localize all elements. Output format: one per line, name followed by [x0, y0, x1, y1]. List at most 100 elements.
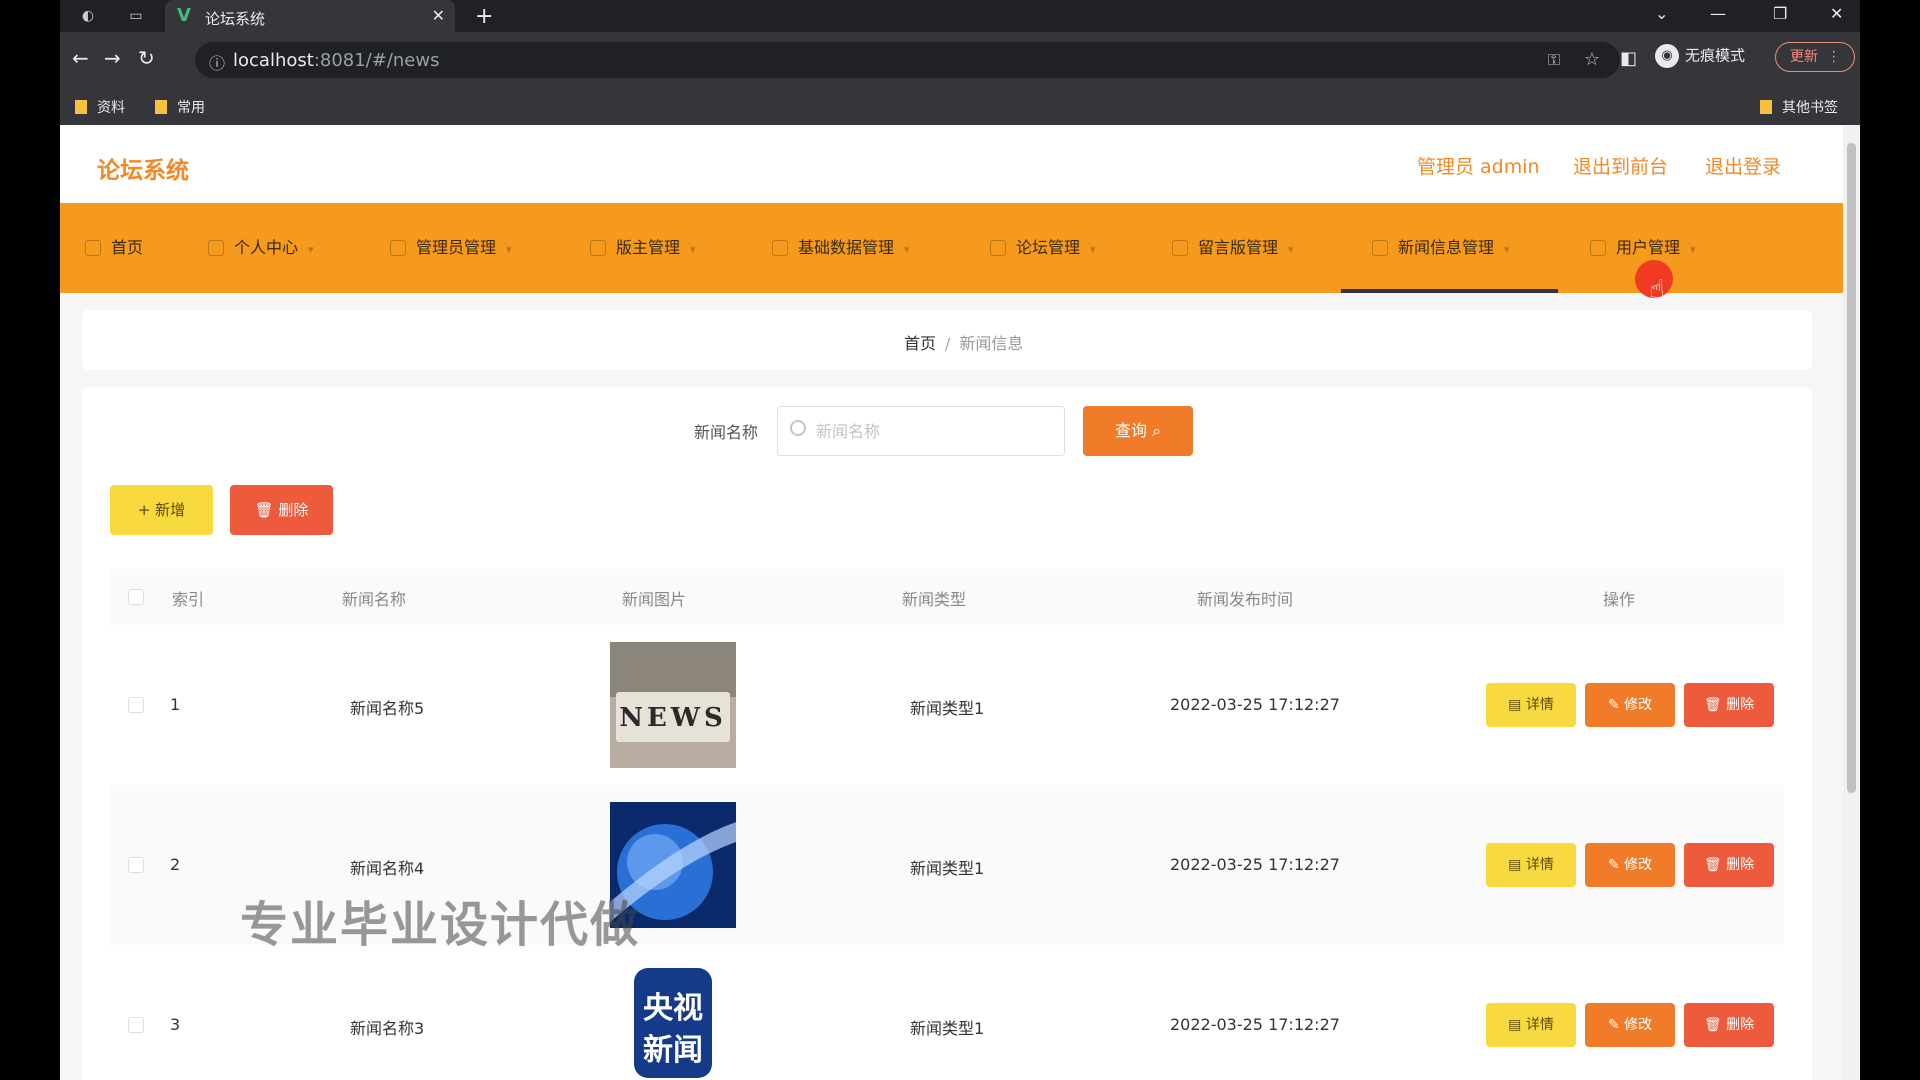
update-button[interactable]: 更新 ⋮: [1775, 42, 1855, 72]
minimize-icon[interactable]: —: [1710, 4, 1726, 23]
menu-item-admins[interactable]: 管理员管理 ▾: [390, 236, 512, 260]
top-menu: 首页 个人中心 ▾ 管理员管理 ▾ 版主管理 ▾ 基础数据管理 ▾ 论坛管理 ▾ 留言版管…: [60, 203, 1843, 293]
browser-menu-icon[interactable]: ◐: [78, 6, 98, 26]
row-checkbox[interactable]: [128, 857, 144, 873]
row-type: 新闻类型1: [910, 1019, 985, 1038]
close-window-icon[interactable]: ✕: [1830, 4, 1843, 23]
app-header: 论坛系统 管理员 admin 退出到前台 退出登录: [60, 125, 1843, 203]
chevron-down-icon: ▾: [1090, 243, 1096, 256]
incognito-indicator[interactable]: ◉ 无痕模式: [1655, 44, 1745, 68]
delete-button[interactable]: 🗑 删除: [1684, 683, 1774, 727]
table-row: 1 新闻名称5 NEWS 新闻类型1 2022-03-25 17:12:27 ▤…: [110, 625, 1784, 785]
app-viewport: 论坛系统 管理员 admin 退出到前台 退出登录 首页 个人中心 ▾ 管理员管理…: [60, 125, 1843, 1080]
scroll-thumb[interactable]: [1847, 143, 1856, 793]
delete-button[interactable]: 🗑 删除: [1684, 843, 1774, 887]
edit-button[interactable]: ✎ 修改: [1585, 1003, 1675, 1047]
search-icon: [790, 420, 806, 436]
page-scrollbar[interactable]: [1843, 125, 1860, 1080]
breadcrumb-separator: /: [945, 334, 951, 353]
chevron-down-icon: ▾: [1504, 243, 1510, 256]
menu-active-indicator: [1341, 289, 1558, 293]
browser-tabbar: ◐ ▭ V 论坛系统 ✕ + ⌄ — ❐ ✕: [60, 0, 1860, 32]
detail-button[interactable]: ▤ 详情: [1486, 843, 1576, 887]
delete-button[interactable]: 🗑 删除: [1684, 1003, 1774, 1047]
news-thumbnail-text: NEWS: [619, 703, 727, 733]
content-panel: 新闻名称 查询 ⌕ + 新增 🗑 删除 索引 新闻名称 新闻图片 新闻类型 新闻…: [82, 387, 1812, 1080]
forward-icon[interactable]: →: [104, 48, 121, 68]
cctv-news-thumbnail: 央视 新闻: [610, 962, 736, 1080]
logout-link[interactable]: 退出登录: [1705, 152, 1781, 179]
row-time: 2022-03-25 17:12:27: [1170, 695, 1340, 714]
front-link[interactable]: 退出到前台: [1573, 152, 1668, 179]
news-icon: [1372, 240, 1388, 256]
col-image: 新闻图片: [622, 590, 687, 609]
col-type: 新闻类型: [902, 590, 967, 609]
folder-icon: [155, 100, 167, 114]
bulk-delete-button[interactable]: 🗑 删除: [230, 485, 333, 535]
chevron-down-icon: ▾: [1288, 243, 1294, 256]
row-time: 2022-03-25 17:12:27: [1170, 1015, 1340, 1034]
message-icon: [1172, 240, 1188, 256]
users-icon: [1590, 240, 1606, 256]
row-checkbox[interactable]: [128, 697, 144, 713]
detail-button[interactable]: ▤ 详情: [1486, 683, 1576, 727]
new-tab-icon[interactable]: +: [475, 4, 493, 29]
search-input[interactable]: [777, 406, 1065, 456]
menu-item-news[interactable]: 新闻信息管理 ▾: [1372, 236, 1510, 260]
site-info-icon[interactable]: ⓘ: [209, 50, 225, 74]
menu-item-messages[interactable]: 留言版管理 ▾: [1172, 236, 1294, 260]
col-name: 新闻名称: [342, 590, 407, 609]
folder-icon: [75, 100, 87, 114]
side-panel-icon[interactable]: ◧: [1620, 48, 1637, 69]
breadcrumb-home[interactable]: 首页: [904, 334, 936, 353]
browser-tab[interactable]: V 论坛系统 ✕: [165, 0, 455, 32]
news-thumbnail: NEWS: [610, 642, 736, 768]
search-button[interactable]: 查询 ⌕: [1083, 406, 1193, 456]
edit-button[interactable]: ✎ 修改: [1585, 683, 1675, 727]
row-type: 新闻类型1: [910, 699, 985, 718]
add-button[interactable]: + 新增: [110, 485, 213, 535]
detail-button[interactable]: ▤ 详情: [1486, 1003, 1576, 1047]
row-type: 新闻类型1: [910, 859, 985, 878]
password-key-icon[interactable]: ⚿: [1548, 50, 1560, 70]
table-row: 3 新闻名称3 央视 新闻 新闻类型1 2022-03-25 17:12:27 …: [110, 945, 1784, 1080]
chevron-down-icon: ▾: [1690, 243, 1696, 256]
bookmarks-bar: 资料 常用 其他书签: [60, 88, 1860, 125]
edit-button[interactable]: ✎ 修改: [1585, 843, 1675, 887]
tab-title: 论坛系统: [205, 10, 266, 28]
address-bar[interactable]: ⓘ localhost:8081/#/news ⚿ ☆: [195, 42, 1620, 78]
restore-icon[interactable]: ❐: [1773, 4, 1787, 23]
browser-toolbar: ← → ↻ ⓘ localhost:8081/#/news ⚿ ☆ ◧ ◉ 无痕模…: [60, 32, 1860, 88]
row-checkbox[interactable]: [128, 1017, 144, 1033]
tab-list-icon[interactable]: ⌄: [1655, 4, 1668, 23]
tab-close-icon[interactable]: ✕: [432, 6, 445, 25]
menu-item-moderators[interactable]: 版主管理 ▾: [590, 236, 696, 260]
chevron-down-icon: ▾: [308, 243, 314, 256]
bookmark-folder-1[interactable]: 资料: [75, 97, 125, 117]
bookmark-folder-2[interactable]: 常用: [155, 97, 205, 117]
row-time: 2022-03-25 17:12:27: [1170, 855, 1340, 874]
row-name: 新闻名称5: [350, 699, 425, 718]
menu-item-home[interactable]: 首页: [85, 236, 143, 260]
breadcrumb: 首页 / 新闻信息: [904, 330, 1023, 354]
menu-item-forum[interactable]: 论坛管理 ▾: [990, 236, 1096, 260]
tab-switch-icon[interactable]: ▭: [126, 6, 146, 26]
folder-icon: [1760, 100, 1772, 114]
chevron-down-icon: ▾: [506, 243, 512, 256]
select-all-checkbox[interactable]: [128, 589, 144, 605]
bookmark-star-icon[interactable]: ☆: [1584, 49, 1600, 70]
menu-item-users[interactable]: 用户管理 ▾: [1590, 236, 1696, 260]
back-icon[interactable]: ←: [72, 48, 89, 68]
chevron-down-icon: ▾: [904, 243, 910, 256]
app-title: 论坛系统: [97, 158, 189, 184]
breadcrumb-current: 新闻信息: [959, 334, 1024, 353]
row-name: 新闻名称4: [350, 859, 425, 878]
row-index: 3: [170, 1015, 181, 1034]
row-name: 新闻名称3: [350, 1019, 425, 1038]
menu-item-base-data[interactable]: 基础数据管理 ▾: [772, 236, 910, 260]
menu-item-profile[interactable]: 个人中心 ▾: [208, 236, 314, 260]
other-bookmarks[interactable]: 其他书签: [1760, 97, 1838, 117]
reload-icon[interactable]: ↻: [138, 48, 155, 68]
user-icon: [208, 240, 224, 256]
admin-label: 管理员 admin: [1417, 156, 1540, 178]
